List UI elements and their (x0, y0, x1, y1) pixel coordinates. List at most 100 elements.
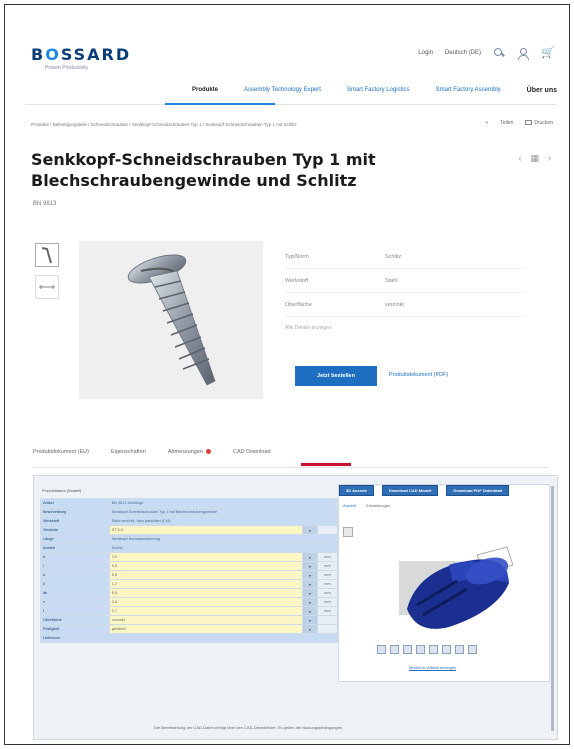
cad-param-unit: mm (316, 570, 339, 580)
viewer-tab-view[interactable]: Ansicht (343, 503, 356, 508)
viewer-tabs: Ansicht Einstellungen (343, 503, 390, 508)
bossard-logo[interactable]: BOSSARD Proven Productivity (31, 45, 131, 71)
print-link[interactable]: Drucken (525, 120, 553, 126)
chevron-down-icon[interactable]: ▾ (302, 588, 318, 598)
nav-item-ueber-uns[interactable]: Über uns (527, 87, 557, 103)
cad-param-row: t 0,7 ▾ mm (40, 606, 339, 616)
brand-wordmark: BOSSARD (31, 45, 132, 64)
zoom-in-icon[interactable] (377, 645, 386, 654)
utility-bar: Login Deutsch (DE) 🛒 (418, 47, 555, 60)
tab-eigenschaften[interactable]: Eigenschaften (111, 449, 146, 455)
nav-item-smart-factory-assembly[interactable]: Smart Factory Assembly (436, 87, 501, 103)
cart-icon[interactable]: 🛒 (541, 47, 555, 59)
cad-param-key: Werkstoff (40, 516, 110, 526)
tab-abmessungen[interactable]: Abmessungen (168, 449, 211, 455)
cad-parameter-table: Artikel BN 9813 Senkkopf Beschreibung Senkk… (40, 498, 339, 643)
viewer-mode-icon[interactable] (343, 527, 353, 537)
cad-param-input[interactable]: 0,8 (108, 597, 304, 607)
cad-param-key: n (40, 597, 110, 607)
thumbnail-screw[interactable] (35, 243, 59, 267)
cad-scrollbar[interactable] (551, 486, 554, 731)
cad-param-input[interactable]: 5,5 (108, 588, 304, 598)
nav-item-smart-factory-logistics[interactable]: Smart Factory Logistics (347, 87, 410, 103)
share-icon[interactable]: < (485, 120, 488, 126)
next-arrow-icon[interactable]: › (548, 153, 551, 164)
viewer-controls (377, 645, 477, 654)
cad-param-key: Länge (40, 534, 110, 544)
tab-produktdokument[interactable]: Produktdokument (EU) (33, 449, 89, 455)
main-nav: Produkte Assembly Technology Expert Smar… (5, 87, 569, 103)
cad-param-row: Festigkeit gehärtet ▾ (40, 624, 339, 634)
view-3d-button[interactable]: 3D Ansicht (339, 485, 374, 496)
user-icon[interactable] (517, 47, 529, 60)
cad-param-input[interactable]: 2,9 (108, 552, 304, 562)
breadcrumb[interactable]: Produkte / Befestigungsteile / Schneidsc… (31, 122, 411, 127)
chevron-down-icon[interactable]: ▾ (302, 561, 318, 571)
cad-param-row: Beschreibung Senkkopf-Schneidschraube Typ… (40, 507, 339, 517)
chevron-down-icon[interactable]: ▾ (302, 606, 318, 616)
download-pdf-button[interactable]: Download PDF Datenblatt (446, 485, 510, 496)
cad-param-row: d 2,9 ▾ mm (40, 552, 339, 562)
cad-param-key: Beschreibung (40, 507, 110, 517)
chevron-down-icon[interactable]: ▾ (302, 615, 318, 625)
chevron-down-icon[interactable]: ▾ (302, 624, 318, 634)
cad-param-input[interactable]: gehärtet (108, 624, 304, 634)
viewer-fullscreen-link[interactable]: Modell in Vollbild anzeigen (409, 665, 456, 670)
share-bar: < Teilen Drucken (485, 120, 553, 126)
cad-param-row: Oberfläche verzinkt ▾ (40, 615, 339, 625)
language-selector[interactable]: Deutsch (DE) (445, 50, 481, 56)
cad-configurator: Produktdaten (Modell) Artikel BN 9813 Sen… (33, 475, 558, 740)
cad-param-input[interactable]: 0,7 (108, 606, 304, 616)
order-button[interactable]: Jetzt bestellen (295, 366, 377, 386)
product-image (79, 241, 263, 399)
spec-details-link[interactable]: Alle Details anzeigen (285, 325, 525, 331)
tab-cad-download[interactable]: CAD Download (233, 449, 271, 455)
cad-param-unit: mm (316, 588, 339, 598)
chevron-down-icon[interactable]: ▾ (302, 597, 318, 607)
chevron-down-icon[interactable]: ▾ (302, 579, 318, 589)
cad-param-unit (316, 624, 339, 634)
cad-param-value: BN 9813 Senkkopf (108, 498, 339, 508)
print-icon (525, 120, 533, 126)
chevron-down-icon[interactable]: ▾ (302, 570, 318, 580)
fullscreen-icon[interactable] (468, 645, 477, 654)
cad-param-row: l 9,5 ▾ mm (40, 561, 339, 571)
spec-panel: Typ/Norm Schlitz Werkstoff Stahl Oberfläch… (285, 245, 525, 331)
screw-illustration (127, 254, 216, 386)
chevron-down-icon[interactable]: ▾ (302, 552, 318, 562)
grid-icon[interactable]: ▦ (530, 153, 539, 164)
search-icon[interactable] (493, 47, 505, 59)
cad-param-input[interactable]: 6,8 (108, 570, 304, 580)
nav-divider (25, 103, 557, 105)
viewer-toolbar: 3D Ansicht Download CAD Modell Download … (339, 485, 510, 496)
section-icon[interactable] (455, 645, 464, 654)
cad-param-input[interactable]: ST 2,9 (108, 525, 304, 535)
cad-param-input[interactable]: 1,7 (108, 579, 304, 589)
datasheet-link[interactable]: Produktdokument (PDF) (389, 372, 448, 378)
chevron-down-icon[interactable]: ▾ (302, 525, 318, 535)
product-sku: BN 9813 (33, 201, 57, 207)
prev-arrow-icon[interactable]: ‹ (518, 153, 521, 164)
rotate-icon[interactable] (403, 645, 412, 654)
fit-view-icon[interactable] (429, 645, 438, 654)
nav-item-produkte[interactable]: Produkte (192, 87, 218, 103)
pan-icon[interactable] (416, 645, 425, 654)
thumbnail-drawing[interactable] (35, 275, 59, 299)
zoom-out-icon[interactable] (390, 645, 399, 654)
cad-param-input[interactable]: verzinkt (108, 615, 304, 625)
cad-param-unit: mm (316, 597, 339, 607)
cad-param-input[interactable]: 9,5 (108, 561, 304, 571)
cad-param-value: Senkkopf Normalausführung (108, 534, 339, 544)
cad-param-key: Gewinde (40, 525, 110, 535)
cad-param-value (108, 633, 339, 643)
viewer-tab-settings[interactable]: Einstellungen (366, 503, 390, 508)
nav-item-assembly-technology[interactable]: Assembly Technology Expert (244, 87, 321, 103)
cad-param-value: Stahl verzinkt, blau passiviert (Cr3) (108, 516, 339, 526)
cad-param-key: Antrieb (40, 543, 110, 553)
share-link[interactable]: Teilen (500, 120, 513, 126)
login-link[interactable]: Login (418, 50, 433, 56)
download-cad-button[interactable]: Download CAD Modell (381, 485, 439, 496)
wireframe-icon[interactable] (442, 645, 451, 654)
cad-3d-model[interactable] (357, 531, 537, 641)
cad-viewer: 3D Ansicht Download CAD Modell Download … (338, 484, 550, 682)
